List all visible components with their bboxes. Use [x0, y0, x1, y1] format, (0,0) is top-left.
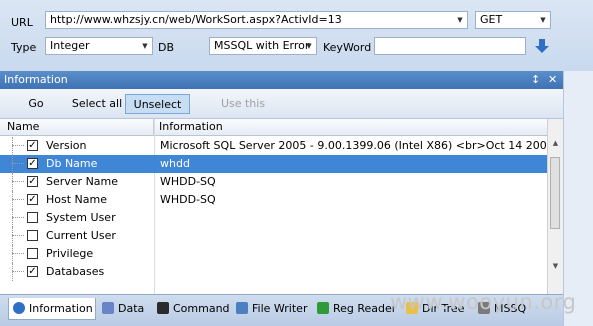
tree-line: [12, 155, 13, 173]
row-name: Databases: [46, 265, 105, 278]
tree-line: [12, 199, 24, 200]
tab-label: Command: [173, 302, 230, 315]
table-row[interactable]: Current User: [0, 227, 547, 245]
tab-label: Information: [29, 302, 93, 315]
row-information: WHDD-SQ: [160, 175, 216, 188]
tree-line: [12, 163, 24, 164]
type-select[interactable]: Integer ▼: [45, 37, 153, 55]
tree-line: [12, 191, 13, 209]
row-name: Server Name: [46, 175, 119, 188]
table-row[interactable]: ✓ Db Name whdd: [0, 155, 547, 173]
row-checkbox[interactable]: ✓: [27, 158, 38, 169]
row-name: Db Name: [46, 157, 98, 170]
row-name: Version: [46, 139, 87, 152]
tree-line: [12, 235, 24, 236]
connection-panel: URL http://www.whzsjy.cn/web/WorkSort.as…: [0, 0, 593, 71]
tree-line: [12, 263, 13, 281]
tree-line: [12, 209, 13, 227]
unselect-all-button[interactable]: Unselect all: [125, 94, 190, 131]
table-row[interactable]: ✓ Version Microsoft SQL Server 2005 - 9.00…: [0, 137, 547, 155]
column-header-information[interactable]: Information: [154, 119, 547, 135]
information-panel-header: Information ↕ ✕: [0, 71, 563, 89]
info-grid: Name Information ✓ Version Microsoft SQL S…: [0, 119, 563, 294]
row-checkbox[interactable]: ✓: [27, 176, 38, 187]
url-label: URL: [11, 16, 33, 29]
row-checkbox[interactable]: [27, 230, 38, 241]
scroll-down-icon[interactable]: ▼: [550, 262, 561, 272]
row-checkbox[interactable]: ✓: [27, 140, 38, 151]
database-icon: [102, 302, 114, 314]
db-label: DB: [158, 41, 175, 54]
tree-line: [12, 217, 24, 218]
select-all-button[interactable]: Select all: [70, 94, 124, 114]
tab-command[interactable]: Command: [153, 298, 230, 320]
chevron-down-icon[interactable]: ▼: [302, 38, 316, 54]
url-combo[interactable]: http://www.whzsjy.cn/web/WorkSort.aspx?A…: [45, 11, 468, 29]
scroll-up-icon[interactable]: ▲: [550, 139, 561, 149]
table-row[interactable]: System User: [0, 209, 547, 227]
tab-label: Data: [118, 302, 145, 315]
tree-line: [12, 181, 24, 182]
download-arrow-icon[interactable]: [535, 38, 549, 54]
go-button[interactable]: Go: [20, 94, 52, 114]
tab-label: Reg Reader: [333, 302, 397, 315]
db-value: MSSQL with Error: [214, 39, 310, 52]
row-information: Microsoft SQL Server 2005 - 9.00.1399.06…: [160, 139, 546, 152]
table-row[interactable]: ✓ Host Name WHDD-SQ: [0, 191, 547, 209]
row-information: whdd: [160, 157, 190, 170]
row-information: WHDD-SQ: [160, 193, 216, 206]
row-checkbox[interactable]: ✓: [27, 194, 38, 205]
row-name: Host Name: [46, 193, 107, 206]
tree-line: [12, 173, 13, 191]
keyword-input[interactable]: [374, 37, 526, 55]
type-label: Type: [11, 41, 37, 54]
table-row[interactable]: ✓ Server Name WHDD-SQ: [0, 173, 547, 191]
right-dock-strip: [563, 71, 593, 326]
tab-information[interactable]: Information: [8, 298, 96, 320]
watermark: www.wooyun.org: [390, 290, 577, 314]
db-select[interactable]: MSSQL with Error ▼: [209, 37, 317, 55]
table-row[interactable]: ✓ Databases: [0, 263, 547, 281]
url-value: http://www.whzsjy.cn/web/WorkSort.aspx?A…: [50, 13, 342, 26]
tab-file-writer[interactable]: File Writer: [232, 298, 310, 320]
tab-data[interactable]: Data: [98, 298, 150, 320]
chevron-down-icon[interactable]: ▼: [536, 12, 550, 28]
row-name: System User: [46, 211, 116, 224]
tree-line: [12, 227, 13, 245]
tree-line: [12, 145, 24, 146]
tab-reg-reader[interactable]: Reg Reader: [313, 298, 399, 320]
grid-header: Name Information: [0, 119, 547, 136]
pin-icon[interactable]: ↕: [531, 71, 540, 89]
tree-line: [12, 253, 24, 254]
row-checkbox[interactable]: [27, 248, 38, 259]
command-icon: [157, 302, 169, 314]
method-select[interactable]: GET ▼: [475, 11, 551, 29]
row-checkbox[interactable]: [27, 212, 38, 223]
info-icon: [13, 302, 25, 314]
close-icon[interactable]: ✕: [548, 71, 557, 89]
method-value: GET: [480, 13, 503, 26]
keyword-label: KeyWord: [323, 41, 372, 54]
panel-title: Information: [4, 73, 68, 86]
tree-line: [12, 137, 13, 155]
chevron-down-icon[interactable]: ▼: [138, 38, 152, 54]
tab-label: File Writer: [252, 302, 308, 315]
vertical-scrollbar[interactable]: ▲ ▼: [547, 119, 563, 294]
use-database-button[interactable]: Use this database: [195, 94, 291, 130]
info-toolbar: Go Select all Unselect all Use this data…: [0, 89, 563, 131]
row-name: Privilege: [46, 247, 94, 260]
type-value: Integer: [50, 39, 90, 52]
reg-reader-icon: [317, 302, 329, 314]
row-checkbox[interactable]: ✓: [27, 266, 38, 277]
file-writer-icon: [236, 302, 248, 314]
row-name: Current User: [46, 229, 116, 242]
chevron-down-icon[interactable]: ▼: [453, 12, 467, 28]
table-row[interactable]: Privilege: [0, 245, 547, 263]
column-header-name[interactable]: Name: [2, 119, 154, 135]
scroll-thumb[interactable]: [550, 157, 560, 229]
tree-line: [12, 271, 24, 272]
tree-line: [12, 245, 13, 263]
